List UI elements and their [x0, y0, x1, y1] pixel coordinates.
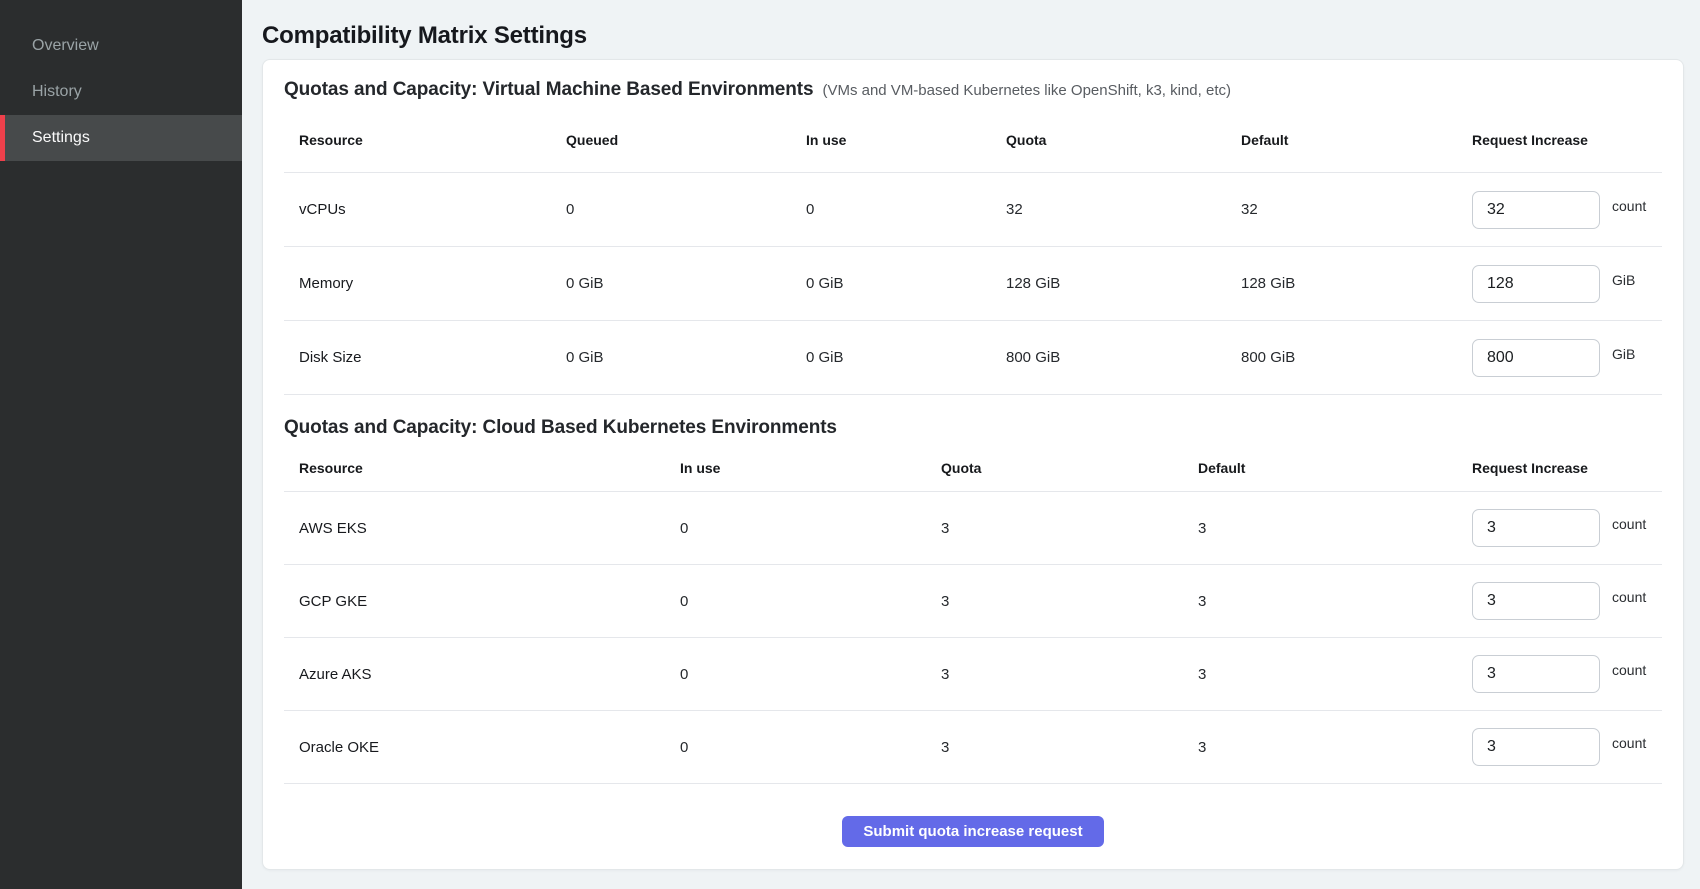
table-row-memory: Memory 0 GiB 0 GiB 128 GiB 128 GiB GiB — [284, 247, 1662, 321]
table-row-disk-size: Disk Size 0 GiB 0 GiB 800 GiB 800 GiB Gi… — [284, 321, 1662, 395]
azure-aks-request-input[interactable] — [1472, 655, 1600, 693]
in-use-value: 0 GiB — [791, 275, 991, 292]
request-increase-cell: count — [1457, 191, 1662, 229]
quota-value: 3 — [926, 666, 1183, 683]
sidebar: Overview History Settings — [0, 0, 242, 889]
unit-label: count — [1612, 516, 1646, 532]
table-row-oracle-oke: Oracle OKE 0 3 3 count — [284, 711, 1662, 784]
sidebar-item-overview[interactable]: Overview — [0, 23, 242, 69]
column-header-resource: Resource — [284, 132, 551, 148]
request-increase-cell: count — [1457, 509, 1662, 547]
page-title: Compatibility Matrix Settings — [262, 22, 1684, 50]
oracle-oke-request-input[interactable] — [1472, 728, 1600, 766]
cloud-section-header: Quotas and Capacity: Cloud Based Kuberne… — [284, 417, 1662, 445]
queued-value: 0 GiB — [551, 275, 791, 292]
default-value: 3 — [1183, 666, 1457, 683]
default-value: 32 — [1226, 201, 1457, 218]
column-header-queued: Queued — [551, 132, 791, 148]
resource-label: vCPUs — [284, 201, 551, 218]
resource-label: Azure AKS — [284, 666, 665, 683]
quota-value: 3 — [926, 520, 1183, 537]
cloud-table: Resource In use Quota Default Request In… — [284, 445, 1662, 784]
table-row-vcpus: vCPUs 0 0 32 32 count — [284, 173, 1662, 247]
disk-size-request-input[interactable] — [1472, 339, 1600, 377]
request-increase-cell: GiB — [1457, 339, 1662, 377]
cloud-table-header: Resource In use Quota Default Request In… — [284, 445, 1662, 492]
vcpus-request-input[interactable] — [1472, 191, 1600, 229]
submit-row: Submit quota increase request — [284, 784, 1662, 847]
request-increase-cell: count — [1457, 582, 1662, 620]
cloud-section-title: Quotas and Capacity: Cloud Based Kuberne… — [284, 417, 837, 439]
quota-value: 3 — [926, 739, 1183, 756]
resource-label: Memory — [284, 275, 551, 292]
resource-label: GCP GKE — [284, 593, 665, 610]
in-use-value: 0 — [665, 666, 926, 683]
quota-value: 800 GiB — [991, 349, 1226, 366]
default-value: 128 GiB — [1226, 275, 1457, 292]
submit-quota-increase-button[interactable]: Submit quota increase request — [842, 816, 1103, 847]
default-value: 800 GiB — [1226, 349, 1457, 366]
sidebar-nav: Overview History Settings — [0, 23, 242, 161]
table-row-aws-eks: AWS EKS 0 3 3 count — [284, 492, 1662, 565]
column-header-in-use: In use — [791, 132, 991, 148]
unit-label: GiB — [1612, 346, 1635, 362]
column-header-default: Default — [1226, 132, 1457, 148]
aws-eks-request-input[interactable] — [1472, 509, 1600, 547]
sidebar-item-history[interactable]: History — [0, 69, 242, 115]
vm-table-header: Resource Queued In use Quota Default Req… — [284, 107, 1662, 173]
vm-table: Resource Queued In use Quota Default Req… — [284, 107, 1662, 395]
unit-label: count — [1612, 589, 1646, 605]
vm-section-subtitle: (VMs and VM-based Kubernetes like OpenSh… — [822, 82, 1231, 99]
column-header-default: Default — [1183, 460, 1457, 476]
column-header-request-increase: Request Increase — [1457, 132, 1662, 148]
unit-label: count — [1612, 662, 1646, 678]
column-header-request-increase: Request Increase — [1457, 460, 1662, 476]
table-row-gcp-gke: GCP GKE 0 3 3 count — [284, 565, 1662, 638]
default-value: 3 — [1183, 593, 1457, 610]
resource-label: AWS EKS — [284, 520, 665, 537]
column-header-quota: Quota — [926, 460, 1183, 476]
vm-section-title: Quotas and Capacity: Virtual Machine Bas… — [284, 79, 813, 101]
quota-value: 128 GiB — [991, 275, 1226, 292]
vm-section-header: Quotas and Capacity: Virtual Machine Bas… — [284, 79, 1662, 107]
queued-value: 0 GiB — [551, 349, 791, 366]
in-use-value: 0 — [665, 593, 926, 610]
column-header-quota: Quota — [991, 132, 1226, 148]
quota-value: 3 — [926, 593, 1183, 610]
column-header-in-use: In use — [665, 460, 926, 476]
resource-label: Disk Size — [284, 349, 551, 366]
in-use-value: 0 — [665, 520, 926, 537]
request-increase-cell: GiB — [1457, 265, 1662, 303]
queued-value: 0 — [551, 201, 791, 218]
unit-label: count — [1612, 735, 1646, 751]
table-row-azure-aks: Azure AKS 0 3 3 count — [284, 638, 1662, 711]
quota-value: 32 — [991, 201, 1226, 218]
column-header-resource: Resource — [284, 460, 665, 476]
sidebar-item-settings[interactable]: Settings — [0, 115, 242, 161]
request-increase-cell: count — [1457, 655, 1662, 693]
in-use-value: 0 GiB — [791, 349, 991, 366]
request-increase-cell: count — [1457, 728, 1662, 766]
in-use-value: 0 — [791, 201, 991, 218]
quotas-card: Quotas and Capacity: Virtual Machine Bas… — [262, 59, 1684, 870]
gcp-gke-request-input[interactable] — [1472, 582, 1600, 620]
in-use-value: 0 — [665, 739, 926, 756]
resource-label: Oracle OKE — [284, 739, 665, 756]
main-content: Compatibility Matrix Settings Quotas and… — [242, 0, 1700, 889]
unit-label: count — [1612, 198, 1646, 214]
default-value: 3 — [1183, 739, 1457, 756]
unit-label: GiB — [1612, 272, 1635, 288]
default-value: 3 — [1183, 520, 1457, 537]
memory-request-input[interactable] — [1472, 265, 1600, 303]
